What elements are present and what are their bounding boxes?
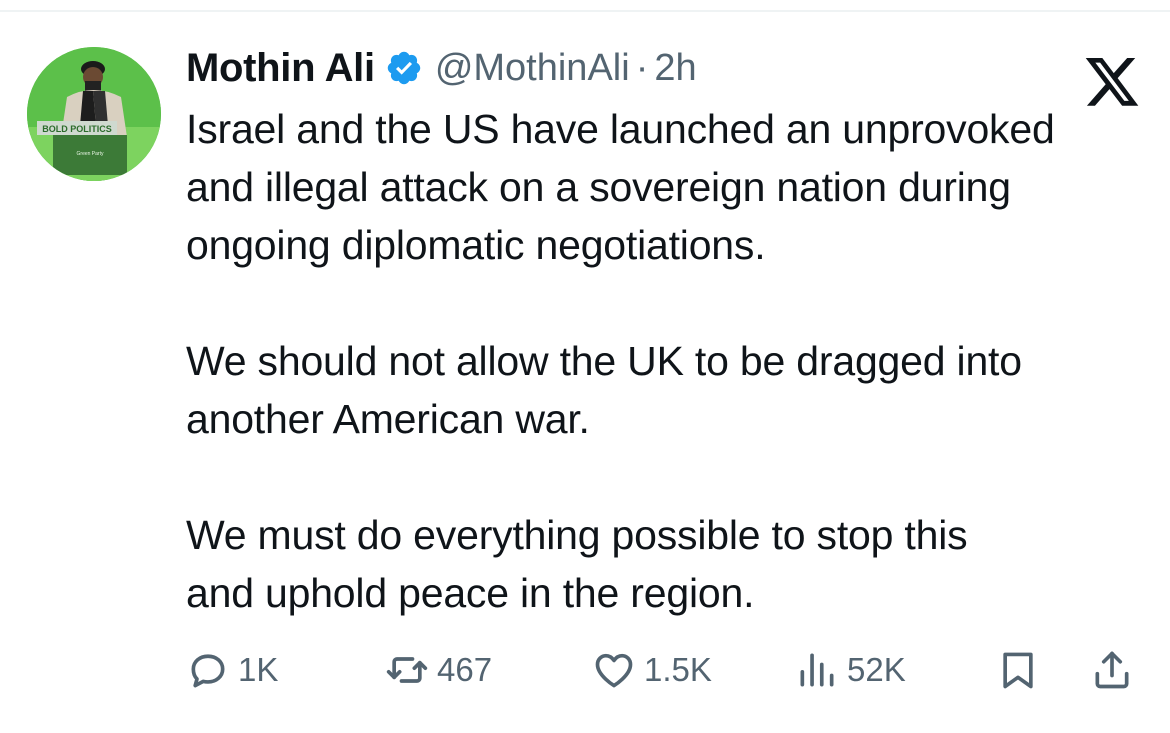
like-count: 1.5K (644, 651, 712, 688)
views-count: 52K (847, 651, 906, 688)
share-icon (1095, 651, 1129, 689)
author-name[interactable]: Mothin Ali (186, 46, 375, 91)
header-separator: · (635, 46, 649, 89)
views-icon (800, 653, 834, 687)
like-button[interactable]: 1.5K (592, 640, 712, 700)
tweet-paragraph-2: We should not allow the UK to be dragged… (186, 338, 1022, 442)
reply-icon (191, 654, 225, 688)
share-button[interactable] (1090, 640, 1134, 700)
reply-button[interactable]: 1K (186, 640, 278, 700)
avatar-podium-text: Green Party (77, 151, 104, 157)
verified-badge-icon (385, 49, 423, 87)
tweet-header: Mothin Ali @MothinAli · 2h (186, 40, 697, 96)
tweet-card[interactable]: BOLD POLITICS Green Party Mothin Ali @Mo… (0, 0, 1170, 733)
author-handle[interactable]: @MothinAli (435, 47, 630, 90)
avatar[interactable]: BOLD POLITICS Green Party (27, 47, 161, 181)
repost-count: 467 (437, 651, 493, 688)
avatar-sign-text: BOLD POLITICS (42, 124, 112, 134)
tweet-timestamp[interactable]: 2h (654, 47, 696, 90)
tweet-text: Israel and the US have launched an unpro… (186, 100, 1146, 622)
tweet-paragraph-1: Israel and the US have launched an unpro… (186, 106, 1055, 268)
heart-icon (595, 653, 633, 688)
repost-button[interactable]: 467 (385, 640, 492, 700)
action-bar: 1K 467 1.5K 52K (0, 640, 1170, 700)
bookmark-button[interactable] (996, 640, 1040, 700)
tweet-paragraph-3: We must do everything possible to stop t… (186, 512, 968, 616)
repost-icon (386, 657, 428, 683)
reply-count: 1K (238, 651, 279, 688)
bookmark-icon (1003, 652, 1033, 689)
views-button[interactable]: 52K (795, 640, 906, 700)
